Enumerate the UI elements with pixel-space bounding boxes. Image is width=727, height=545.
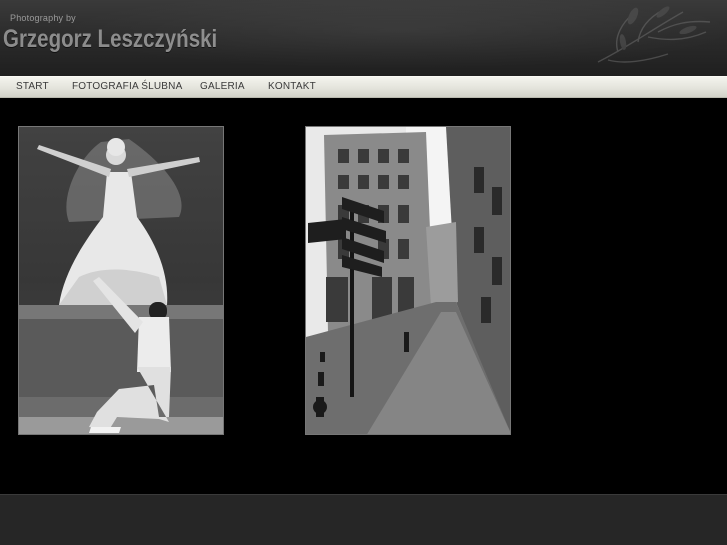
gallery-photo-street[interactable] xyxy=(305,126,511,435)
site-header: Photography by Grzegorz Leszczyński xyxy=(0,0,727,76)
tagline: Photography by xyxy=(10,13,76,23)
site-title[interactable]: Grzegorz Leszczyński xyxy=(3,25,217,54)
nav-item-galeria[interactable]: GALERIA xyxy=(200,81,245,92)
gallery-photo-wedding[interactable] xyxy=(18,126,224,435)
floral-ornament-icon xyxy=(597,6,711,63)
nav-item-start[interactable]: START xyxy=(16,81,49,92)
nav-item-fotografia-slubna[interactable]: FOTOGRAFIA ŚLUBNA xyxy=(72,81,182,92)
site-footer xyxy=(0,494,727,545)
main-nav: START FOTOGRAFIA ŚLUBNA GALERIA KONTAKT xyxy=(0,76,727,98)
nav-item-kontakt[interactable]: KONTAKT xyxy=(268,81,316,92)
